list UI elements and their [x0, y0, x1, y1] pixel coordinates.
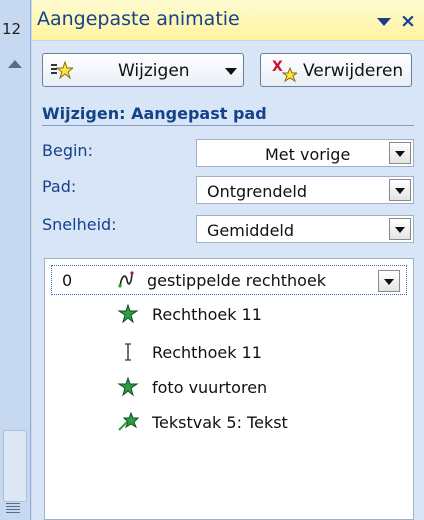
fly-in-star-icon — [118, 412, 139, 431]
path-label: Pad: — [42, 177, 77, 196]
green-star-icon — [117, 377, 139, 397]
start-dropdown[interactable]: Met vorige — [196, 139, 414, 167]
path-dropdown-button[interactable] — [389, 179, 411, 201]
chevron-down-icon — [395, 227, 405, 233]
start-dropdown-button[interactable] — [389, 142, 411, 164]
path-value: Ontgrendeld — [207, 182, 307, 201]
list-item-label: foto vuurtoren — [152, 378, 268, 397]
list-item-label: gestippelde rechthoek — [147, 271, 327, 290]
pane-titlebar: Aangepaste animatie × — [32, 0, 424, 41]
chevron-down-icon — [384, 279, 394, 285]
speed-dropdown-button[interactable] — [389, 218, 411, 240]
list-item-index: 0 — [62, 271, 73, 290]
scroll-up-icon[interactable] — [8, 60, 22, 68]
remove-button[interactable]: X Verwijderen — [260, 53, 412, 87]
pane-menu-dropdown-icon[interactable] — [377, 18, 391, 26]
list-item-label: Tekstvak 5: Tekst — [152, 413, 288, 432]
motion-path-icon — [118, 271, 134, 288]
add-effect-star-icon — [51, 61, 73, 79]
animation-list[interactable]: 0 gestippelde rechthoek Rechthoek 11 Rec… — [44, 258, 414, 520]
start-value: Met vorige — [265, 145, 351, 164]
remove-button-label: Verwijderen — [303, 61, 404, 81]
section-title: Wijzigen: Aangepast pad — [42, 104, 267, 123]
custom-animation-pane: Aangepaste animatie × Wijzigen X Verwijd… — [32, 0, 424, 520]
speed-dropdown[interactable]: Gemiddeld — [196, 215, 414, 243]
svg-text:X: X — [272, 59, 283, 75]
chevron-down-icon — [395, 188, 405, 194]
slide-strip: 12 — [0, 0, 31, 520]
item-options-button[interactable] — [378, 270, 400, 292]
grip-icon — [6, 503, 20, 513]
chevron-down-icon — [225, 68, 237, 75]
speed-label: Snelheid: — [42, 215, 117, 234]
section-divider — [42, 125, 414, 126]
change-effect-button[interactable]: Wijzigen — [42, 53, 244, 87]
ibeam-icon — [125, 343, 131, 361]
remove-effect-icon: X — [272, 59, 297, 82]
chevron-down-icon — [395, 151, 405, 157]
scrollbar-thumb[interactable] — [3, 430, 27, 502]
slide-number: 12 — [2, 20, 22, 38]
pane-title: Aangepaste animatie — [37, 8, 240, 30]
change-button-label: Wijzigen — [118, 61, 190, 81]
path-dropdown[interactable]: Ontgrendeld — [196, 176, 414, 204]
close-icon[interactable]: × — [400, 10, 416, 32]
list-item-label: Rechthoek 11 — [152, 343, 262, 362]
green-star-icon — [117, 304, 139, 324]
list-item-selected[interactable]: 0 gestippelde rechthoek — [51, 265, 407, 295]
speed-value: Gemiddeld — [207, 221, 295, 240]
list-item-label: Rechthoek 11 — [152, 305, 262, 324]
start-label: Begin: — [42, 141, 93, 160]
